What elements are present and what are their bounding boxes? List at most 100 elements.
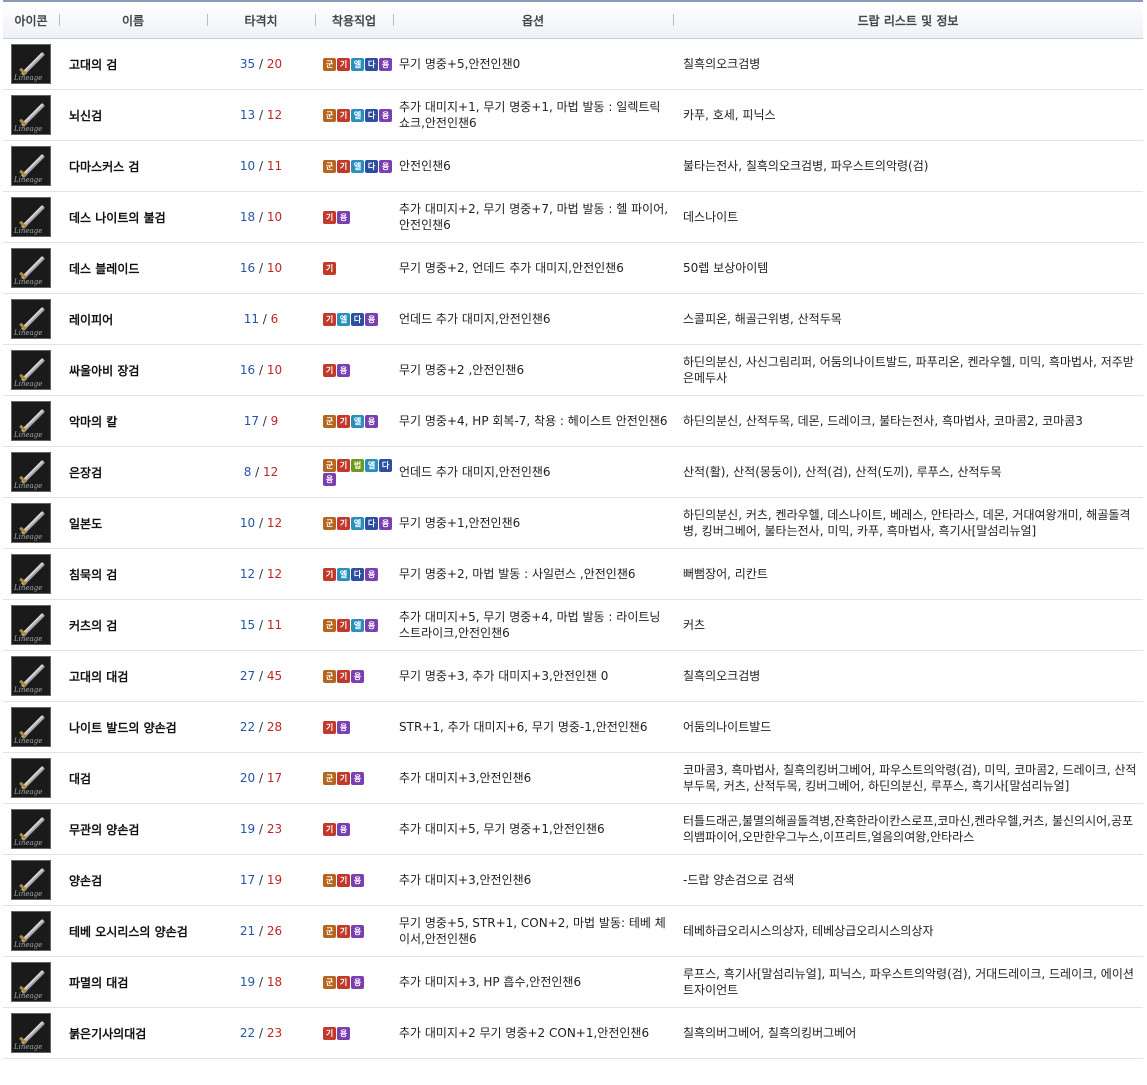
icon-cell: Lineage bbox=[3, 656, 59, 696]
drop-info: 칠흑의오크검병 bbox=[683, 669, 761, 683]
table-row: Lineage 싸울아비 장검 16 / 10 기 용 무기 명중+2 ,안전인챈6 하딘의… bbox=[3, 345, 1143, 396]
class-badge: 기 bbox=[337, 57, 350, 71]
class-badge: 군 bbox=[323, 618, 336, 632]
class-badge: 기 bbox=[323, 363, 336, 377]
class-badge: 기 bbox=[337, 924, 350, 938]
drop-info: 코마콤3, 흑마법사, 칠흑의킹버그베어, 파우스트의악령(검), 미믹, 코마… bbox=[683, 763, 1137, 793]
item-name: 다마스커스 검 bbox=[69, 159, 140, 174]
sword-icon: Lineage bbox=[11, 350, 51, 390]
large-damage: 28 bbox=[266, 720, 283, 734]
drop-info: 칠흑의버그베어, 칠흑의킹버그베어 bbox=[683, 1026, 857, 1040]
small-damage: 21 bbox=[239, 924, 256, 938]
large-damage: 20 bbox=[266, 57, 283, 71]
table-row: Lineage 대검 20 / 17 군 기 용 추가 대미지+3,안전인챈6 코마콤3, 흑… bbox=[3, 753, 1143, 804]
table-row: Lineage 양손검 17 / 19 군 기 용 추가 대미지+3,안전인챈6 -드랍 양손… bbox=[3, 855, 1143, 906]
item-name: 고대의 대검 bbox=[69, 669, 129, 684]
header-stat: 타격치 bbox=[207, 12, 315, 29]
class-badge: 기 bbox=[337, 414, 350, 428]
damage-separator: / bbox=[255, 771, 267, 785]
damage-separator: / bbox=[255, 873, 267, 887]
class-badge: 기 bbox=[323, 1026, 336, 1040]
damage-separator: / bbox=[255, 924, 267, 938]
item-option: 추가 대미지+3,안전인챈6 bbox=[399, 771, 532, 785]
class-badges: 군기용 bbox=[315, 771, 393, 785]
class-badge: 기 bbox=[323, 261, 336, 275]
watermark: Lineage bbox=[14, 533, 43, 541]
small-damage: 11 bbox=[243, 312, 259, 326]
watermark: Lineage bbox=[14, 890, 43, 898]
class-badge: 기 bbox=[323, 567, 336, 581]
damage-stat: 22 / 23 bbox=[207, 1026, 315, 1040]
item-option: 무기 명중+1,안전인챈6 bbox=[399, 516, 521, 530]
large-damage: 10 bbox=[266, 210, 283, 224]
class-badge: 군 bbox=[323, 516, 336, 530]
class-badges: 군기용 bbox=[315, 924, 393, 938]
header-class: 착용직업 bbox=[315, 12, 393, 29]
icon-cell: Lineage bbox=[3, 248, 59, 288]
small-damage: 19 bbox=[239, 822, 256, 836]
table-row: Lineage 은장검 8 / 12 군 기 법 엘 다 용 언데드 추가 대미지,안전인챈6 산적… bbox=[3, 447, 1143, 498]
sword-icon: Lineage bbox=[11, 1013, 51, 1053]
class-badge: 기 bbox=[323, 720, 336, 734]
class-badges: 기엘다용 bbox=[315, 567, 393, 581]
damage-stat: 17 / 9 bbox=[207, 414, 315, 428]
item-name: 은장검 bbox=[69, 465, 103, 480]
table-row: Lineage 고대의 검 35 / 20 군 기 엘 다 용 무기 명중+5,안전인챈0 칠흑의… bbox=[3, 39, 1143, 90]
drop-info: 하딘의분신, 사신그림리퍼, 어둠의나이트발드, 파푸리온, 켄라우헬, 미믹,… bbox=[683, 355, 1134, 385]
drop-info: 불타는전사, 칠흑의오크검병, 파우스트의악령(검) bbox=[683, 159, 929, 173]
class-badges: 기용 bbox=[315, 210, 393, 224]
class-badge: 엘 bbox=[351, 57, 364, 71]
class-badge: 다 bbox=[379, 458, 392, 472]
class-badge: 용 bbox=[351, 924, 364, 938]
class-badges: 기엘다용 bbox=[315, 312, 393, 326]
damage-stat: 10 / 12 bbox=[207, 516, 315, 530]
table-row: Lineage 파멸의 대검 19 / 18 군 기 용 추가 대미지+3, HP 흡수,안… bbox=[3, 957, 1143, 1008]
icon-cell: Lineage bbox=[3, 1013, 59, 1053]
item-name: 커츠의 검 bbox=[69, 618, 118, 633]
sword-icon: Lineage bbox=[11, 299, 51, 339]
item-option: 추가 대미지+3, HP 흡수,안전인챈6 bbox=[399, 975, 582, 989]
watermark: Lineage bbox=[14, 482, 43, 490]
class-badge: 기 bbox=[323, 312, 336, 326]
small-damage: 22 bbox=[239, 1026, 256, 1040]
class-badge: 엘 bbox=[351, 159, 364, 173]
sword-icon: Lineage bbox=[11, 248, 51, 288]
large-damage: 12 bbox=[263, 465, 279, 479]
item-name: 양손검 bbox=[69, 873, 103, 888]
small-damage: 10 bbox=[239, 159, 256, 173]
icon-cell: Lineage bbox=[3, 911, 59, 951]
class-badge: 군 bbox=[323, 57, 336, 71]
item-option: 추가 대미지+1, 무기 명중+1, 마법 발동 : 일렉트릭 쇼크,안전인챈6 bbox=[399, 100, 661, 130]
class-badge: 용 bbox=[351, 771, 364, 785]
header-icon: 아이콘 bbox=[14, 13, 48, 28]
damage-stat: 16 / 10 bbox=[207, 363, 315, 377]
class-badge: 엘 bbox=[337, 567, 350, 581]
watermark: Lineage bbox=[14, 788, 43, 796]
watermark: Lineage bbox=[14, 431, 43, 439]
item-option: 무기 명중+2 ,안전인챈6 bbox=[399, 363, 525, 377]
header-name: 이름 bbox=[59, 12, 207, 29]
drop-info: 테베하급오리시스의상자, 테베상급오리시스의상자 bbox=[683, 924, 934, 938]
damage-separator: / bbox=[258, 414, 271, 428]
damage-separator: / bbox=[255, 363, 267, 377]
large-damage: 12 bbox=[266, 516, 283, 530]
icon-cell: Lineage bbox=[3, 401, 59, 441]
small-damage: 27 bbox=[239, 669, 256, 683]
item-option: 추가 대미지+2, 무기 명중+7, 마법 발동 : 헬 파이어,안전인챈6 bbox=[399, 202, 669, 232]
class-badges: 군기엘다용 bbox=[315, 159, 393, 173]
class-badge: 용 bbox=[379, 516, 392, 530]
drop-info: 하딘의분신, 커츠, 켄라우헬, 데스나이트, 베레스, 안타라스, 데몬, 거… bbox=[683, 508, 1131, 538]
damage-stat: 19 / 18 bbox=[207, 975, 315, 989]
large-damage: 18 bbox=[266, 975, 283, 989]
drop-info: 데스나이트 bbox=[683, 210, 739, 224]
table-row: Lineage 악마의 칼 17 / 9 군 기 엘 용 무기 명중+4, HP 회복-7, … bbox=[3, 396, 1143, 447]
watermark: Lineage bbox=[14, 584, 43, 592]
class-badge: 군 bbox=[323, 414, 336, 428]
damage-separator: / bbox=[255, 261, 267, 275]
large-damage: 23 bbox=[266, 822, 283, 836]
item-name: 뇌신검 bbox=[69, 108, 103, 123]
class-badges: 군기용 bbox=[315, 669, 393, 683]
sword-icon: Lineage bbox=[11, 656, 51, 696]
table-row: Lineage 일본도 10 / 12 군 기 엘 다 용 무기 명중+1,안전인챈6 하딘의분신… bbox=[3, 498, 1143, 549]
damage-separator: / bbox=[255, 1026, 267, 1040]
